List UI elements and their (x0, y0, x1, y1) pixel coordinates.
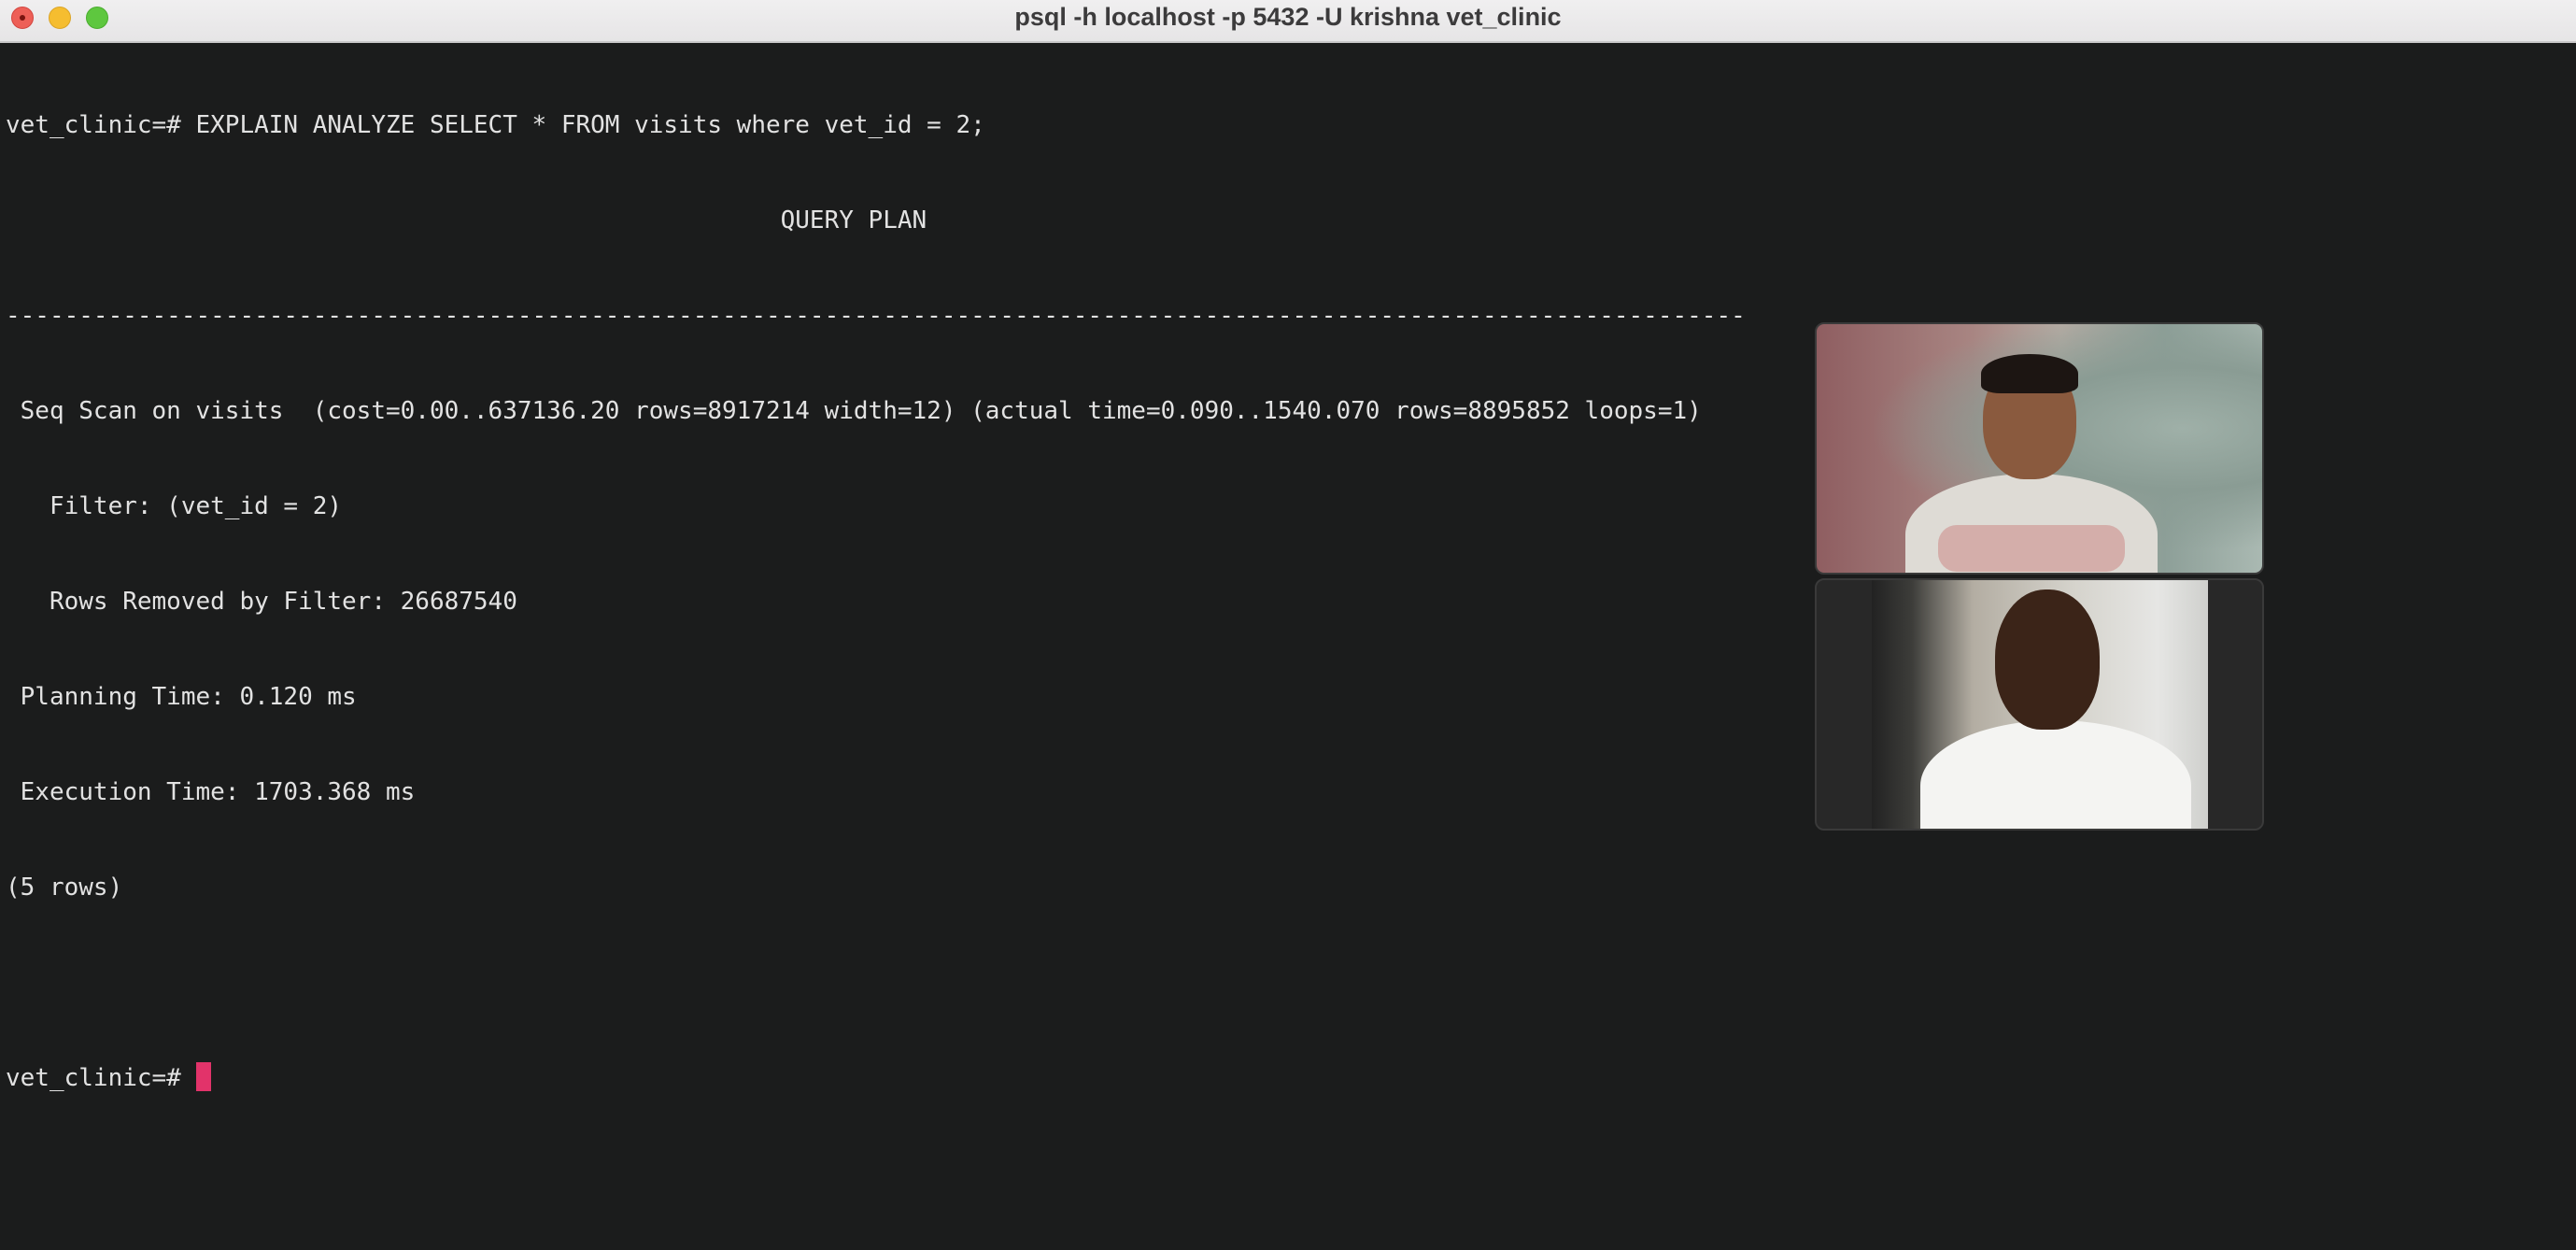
prompt-line[interactable]: vet_clinic=# (6, 1062, 1746, 1094)
terminal-line: vet_clinic=# EXPLAIN ANALYZE SELECT * FR… (6, 111, 985, 139)
shell-prompt: vet_clinic=# (6, 1064, 196, 1092)
terminal-line: Rows Removed by Filter: 26687540 (6, 588, 517, 616)
terminal-line: (5 rows) (6, 874, 123, 902)
terminal-line: Filter: (vet_id = 2) (6, 492, 343, 520)
terminal-line: Seq Scan on visits (cost=0.00..637136.20… (6, 397, 1702, 425)
text-cursor (195, 1062, 211, 1091)
video-tile-participant-2[interactable] (1815, 578, 2264, 831)
terminal-line: Planning Time: 0.120 ms (6, 683, 357, 711)
title-bar[interactable]: psql -h localhost -p 5432 -U krishna vet… (0, 0, 2576, 43)
terminal-window: psql -h localhost -p 5432 -U krishna vet… (0, 0, 2576, 1250)
participant-head (1995, 589, 2100, 730)
shirt-print (1938, 525, 2125, 572)
terminal-line: ----------------------------------------… (6, 302, 1746, 330)
participant-body (1920, 720, 2191, 829)
window-title: psql -h localhost -p 5432 -U krishna vet… (1014, 3, 1562, 31)
webcam-feed (1872, 580, 2208, 829)
participant-hair (1981, 354, 2078, 393)
terminal-line: QUERY PLAN (6, 206, 927, 234)
terminal-output[interactable]: vet_clinic=# EXPLAIN ANALYZE SELECT * FR… (6, 46, 1746, 1158)
terminal-line: Execution Time: 1703.368 ms (6, 778, 416, 806)
video-tile-participant-1[interactable] (1815, 322, 2264, 575)
